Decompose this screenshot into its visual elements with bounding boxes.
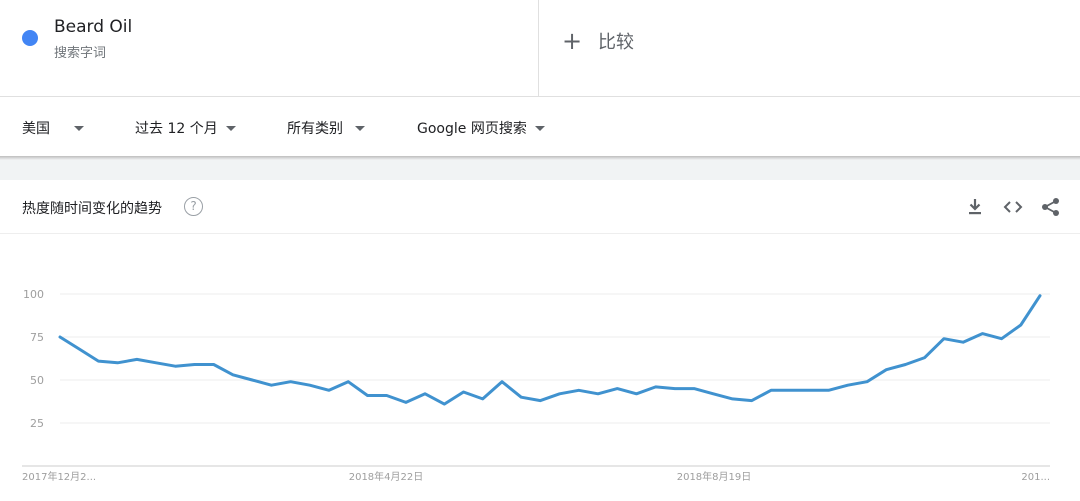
search-term-card[interactable]: Beard Oil 搜索字词 — [0, 0, 539, 97]
data-point[interactable] — [247, 375, 257, 385]
chevron-down-icon — [225, 125, 236, 131]
data-point[interactable] — [343, 377, 353, 387]
data-point[interactable] — [401, 397, 411, 407]
data-point[interactable] — [1035, 291, 1045, 301]
data-point[interactable] — [574, 385, 584, 395]
x-axis-label: 2018年4月22日 — [349, 470, 424, 483]
data-point[interactable] — [420, 389, 430, 399]
filter-search-type-label: Google 网页搜索 — [417, 121, 527, 137]
data-point[interactable] — [286, 377, 296, 387]
data-point[interactable] — [901, 360, 911, 370]
data-point[interactable] — [266, 380, 276, 390]
filter-region[interactable]: 美国 — [22, 117, 84, 139]
x-axis-label: 2018年8月19日 — [677, 470, 752, 483]
data-point[interactable] — [939, 334, 949, 344]
data-point[interactable] — [881, 365, 891, 375]
data-point[interactable] — [804, 385, 814, 395]
data-point[interactable] — [382, 391, 392, 401]
data-point[interactable] — [478, 394, 488, 404]
data-point[interactable] — [228, 370, 238, 380]
term-color-dot — [22, 30, 38, 46]
data-point[interactable] — [113, 358, 123, 368]
term-name[interactable]: Beard Oil — [54, 17, 132, 37]
data-point[interactable] — [766, 385, 776, 395]
filter-search-type[interactable]: Google 网页搜索 — [417, 117, 545, 139]
filter-time-range[interactable]: 过去 12 个月 — [135, 117, 236, 139]
y-tick-label: 100 — [23, 288, 44, 301]
terms-bar: Beard Oil 搜索字词 + 比较 — [0, 0, 1080, 97]
data-point[interactable] — [728, 394, 738, 404]
compare-button[interactable]: + 比较 — [562, 28, 634, 54]
data-point[interactable] — [958, 337, 968, 347]
data-point[interactable] — [977, 329, 987, 339]
x-axis-label: 2017年12月2... — [22, 470, 96, 483]
y-tick-label: 75 — [30, 331, 44, 344]
section-gap — [0, 160, 1080, 180]
data-point[interactable] — [516, 392, 526, 402]
data-point[interactable] — [997, 334, 1007, 344]
data-point[interactable] — [93, 356, 103, 366]
filter-category-label: 所有类别 — [287, 121, 343, 137]
series-line[interactable] — [58, 294, 1042, 406]
trend-chart[interactable]: 25 50 75 100 2017年12月2... 2018年4月22日 2018年8月1… — [0, 180, 1080, 501]
data-point[interactable] — [305, 380, 315, 390]
data-point[interactable] — [170, 361, 180, 371]
data-point[interactable] — [843, 380, 853, 390]
data-point[interactable] — [689, 384, 699, 394]
data-point[interactable] — [1016, 320, 1026, 330]
data-point[interactable] — [824, 385, 834, 395]
data-point[interactable] — [459, 387, 469, 397]
plus-icon: + — [562, 27, 583, 55]
data-point[interactable] — [535, 396, 545, 406]
data-point[interactable] — [439, 399, 449, 409]
data-point[interactable] — [190, 360, 200, 370]
data-point[interactable] — [363, 391, 373, 401]
chevron-down-icon — [74, 125, 84, 131]
data-point[interactable] — [555, 389, 565, 399]
filter-time-range-label: 过去 12 个月 — [135, 121, 218, 137]
filters-bar: 美国 过去 12 个月 所有类别 Google 网页搜索 — [0, 97, 1080, 158]
data-point[interactable] — [55, 332, 65, 342]
data-point[interactable] — [785, 385, 795, 395]
data-point[interactable] — [593, 389, 603, 399]
interest-over-time-card: 热度随时间变化的趋势 ? 25 50 75 100 2017年12月2... 2018年… — [0, 180, 1080, 501]
data-point[interactable] — [209, 360, 219, 370]
y-tick-label: 50 — [30, 374, 44, 387]
data-point[interactable] — [632, 389, 642, 399]
data-point[interactable] — [324, 385, 334, 395]
data-point[interactable] — [132, 354, 142, 364]
compare-label: 比较 — [598, 32, 634, 53]
chevron-down-icon — [355, 125, 365, 131]
data-point[interactable] — [670, 384, 680, 394]
data-point[interactable] — [920, 353, 930, 363]
x-axis-label: 201... — [1021, 472, 1050, 483]
data-point[interactable] — [862, 377, 872, 387]
data-point[interactable] — [651, 382, 661, 392]
chevron-down-icon — [534, 125, 545, 131]
filter-category[interactable]: 所有类别 — [287, 117, 365, 139]
data-point[interactable] — [708, 389, 718, 399]
y-tick-label: 25 — [30, 417, 44, 430]
data-point[interactable] — [74, 344, 84, 354]
data-point[interactable] — [612, 384, 622, 394]
data-point[interactable] — [151, 358, 161, 368]
filter-region-label: 美国 — [22, 121, 50, 137]
term-type: 搜索字词 — [54, 46, 107, 61]
data-point[interactable] — [497, 377, 507, 387]
data-point[interactable] — [747, 396, 757, 406]
